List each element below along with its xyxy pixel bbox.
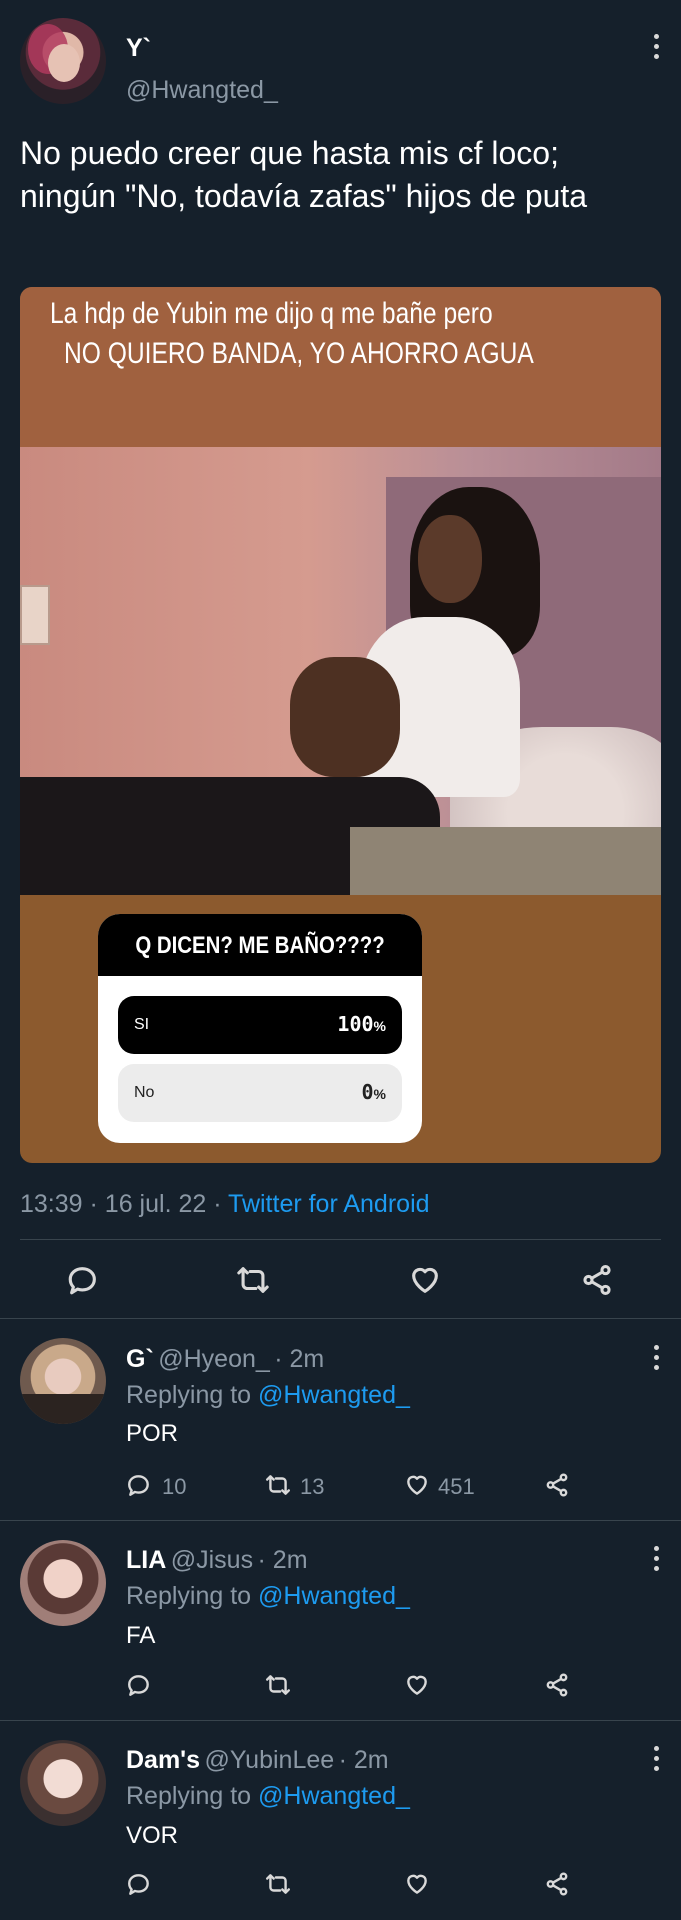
reply-text: VOR (126, 1822, 179, 1849)
tweet-time: 13:39 (20, 1190, 83, 1218)
poll-header: Q DICEN? ME BAÑO???? (98, 914, 422, 976)
share-icon[interactable] (543, 1672, 571, 1698)
tweet-text: No puedo creer que hasta mis cf loco; ni… (20, 135, 588, 214)
reply-header: LIA @Jisus · 2m (126, 1546, 308, 1575)
meme-top-band: La hdp de Yubin me dijo q me bañe pero N… (20, 287, 661, 447)
person-face (418, 515, 482, 603)
heart-icon[interactable] (404, 1871, 430, 1897)
meme-caption-line-1: La hdp de Yubin me dijo q me bañe pero (50, 297, 493, 330)
heart-icon[interactable] (404, 1672, 430, 1698)
reply-header: Dam's @YubinLee · 2m (126, 1746, 389, 1775)
separator: · (213, 1190, 222, 1218)
separator: · (89, 1190, 98, 1218)
reply-time: · 2m (274, 1345, 325, 1373)
retweet-icon[interactable] (264, 1871, 292, 1897)
bedsheet (350, 827, 661, 895)
replying-handle[interactable]: @Hwangted_ (258, 1381, 410, 1409)
tweet-meta: 13:39 · 16 jul. 22 · Twitter for Android (20, 1190, 430, 1219)
poll-option-label: SI (134, 1016, 150, 1033)
poll-option-no[interactable]: No 0% (118, 1064, 402, 1122)
retweet-icon[interactable] (264, 1472, 292, 1498)
more-icon[interactable] (652, 1345, 660, 1370)
poll-option-label: No (134, 1084, 155, 1101)
divider (0, 1720, 681, 1721)
reply-name[interactable]: G` (126, 1345, 154, 1373)
retweet-count: 13 (300, 1474, 325, 1499)
replying-to: Replying to @Hwangted_ (126, 1782, 410, 1811)
person-arms (290, 657, 400, 777)
reply-handle[interactable]: @YubinLee (205, 1746, 335, 1774)
reply-header: G` @Hyeon_ · 2m (126, 1345, 324, 1374)
divider (0, 1318, 681, 1319)
author-name[interactable]: Y` (126, 34, 151, 63)
percent-sign: % (373, 1018, 386, 1034)
tweet-date: 16 jul. 22 (104, 1190, 207, 1218)
share-icon[interactable] (579, 1263, 615, 1297)
poll-question: Q DICEN? ME BAÑO???? (135, 932, 385, 959)
heart-icon[interactable] (408, 1263, 442, 1297)
more-icon[interactable] (652, 1746, 660, 1771)
replying-handle[interactable]: @Hwangted_ (258, 1782, 410, 1810)
author-handle[interactable]: @Hwangted_ (126, 76, 278, 105)
retweet-icon[interactable] (264, 1672, 292, 1698)
replying-to: Replying to @Hwangted_ (126, 1381, 410, 1410)
reply-icon[interactable] (126, 1472, 152, 1498)
poll-option-percent: 0 (361, 1080, 374, 1104)
poll-card: Q DICEN? ME BAÑO???? SI 100% No 0% (98, 914, 422, 1143)
reply-avatar[interactable] (20, 1540, 106, 1626)
meme-photo (20, 447, 661, 895)
replying-to: Replying to @Hwangted_ (126, 1582, 410, 1611)
more-icon[interactable] (652, 34, 660, 59)
retweet-icon[interactable] (235, 1263, 271, 1297)
more-icon[interactable] (652, 1546, 660, 1571)
like-count: 451 (438, 1474, 475, 1499)
replying-prefix: Replying to (126, 1381, 252, 1409)
percent-sign: % (373, 1086, 386, 1102)
reply-handle[interactable]: @Jisus (171, 1546, 253, 1574)
meme-caption-line-2: NO QUIERO BANDA, YO AHORRO AGUA (64, 337, 534, 370)
reply-name[interactable]: LIA (126, 1546, 166, 1574)
reply-count: 10 (162, 1474, 187, 1499)
share-icon[interactable] (543, 1472, 571, 1498)
tweet-image[interactable]: La hdp de Yubin me dijo q me bañe pero N… (20, 287, 661, 1163)
light-switch (20, 585, 50, 645)
poll-option-percent: 100 (337, 1012, 374, 1036)
reply-time: · 2m (257, 1546, 308, 1574)
divider (20, 1239, 661, 1240)
replying-handle[interactable]: @Hwangted_ (258, 1582, 410, 1610)
tweet-source[interactable]: Twitter for Android (228, 1190, 429, 1218)
reply-avatar[interactable] (20, 1338, 106, 1424)
share-icon[interactable] (543, 1871, 571, 1897)
poll-option-si[interactable]: SI 100% (118, 996, 402, 1054)
reply-icon[interactable] (126, 1672, 152, 1698)
reply-avatar[interactable] (20, 1740, 106, 1826)
replying-prefix: Replying to (126, 1782, 252, 1810)
divider (0, 1520, 681, 1521)
reply-icon[interactable] (66, 1263, 100, 1297)
reply-text: POR (126, 1420, 179, 1447)
replying-prefix: Replying to (126, 1582, 252, 1610)
reply-handle[interactable]: @Hyeon_ (158, 1345, 270, 1373)
reply-name[interactable]: Dam's (126, 1746, 200, 1774)
author-avatar[interactable] (20, 18, 106, 104)
reply-time: · 2m (338, 1746, 389, 1774)
reply-text: FA (126, 1622, 156, 1649)
reply-icon[interactable] (126, 1871, 152, 1897)
heart-icon[interactable] (404, 1472, 430, 1498)
